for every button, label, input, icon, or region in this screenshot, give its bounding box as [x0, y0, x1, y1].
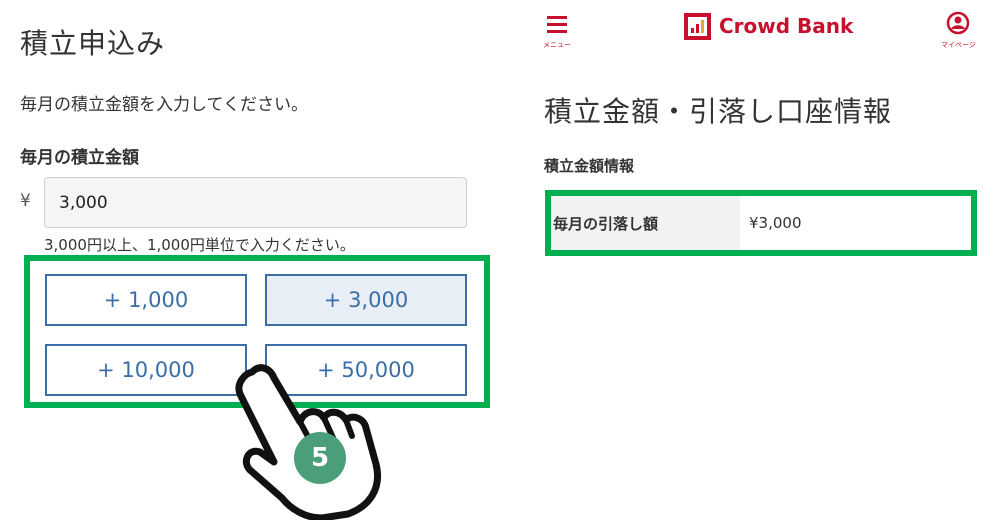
amount-hint: 3,000円以上、1,000円単位で入力ください。: [44, 236, 355, 254]
debit-row-highlight: [545, 190, 977, 256]
hamburger-menu-icon[interactable]: [543, 13, 571, 37]
mypage-label[interactable]: マイページ: [941, 40, 976, 50]
add-10000-button[interactable]: + 10,000: [45, 344, 247, 396]
step-number-badge: 5: [294, 432, 346, 484]
monthly-amount-input[interactable]: [44, 177, 467, 228]
add-1000-button[interactable]: + 1,000: [45, 274, 247, 326]
user-profile-icon[interactable]: [946, 11, 970, 37]
add-3000-button[interactable]: + 3,000: [265, 274, 467, 326]
monthly-amount-label: 毎月の積立金額: [20, 148, 139, 168]
instruction-text: 毎月の積立金額を入力してください。: [20, 95, 308, 115]
account-info-title: 積立金額・引落し口座情報: [544, 95, 893, 128]
currency-symbol: ¥: [20, 191, 31, 211]
menu-label[interactable]: メニュー: [543, 40, 571, 50]
crowd-bank-logo-icon: [684, 13, 711, 40]
page-title: 積立申込み: [20, 27, 166, 60]
amount-info-section-label: 積立金額情報: [544, 157, 635, 175]
brand-name[interactable]: Crowd Bank: [719, 14, 853, 38]
